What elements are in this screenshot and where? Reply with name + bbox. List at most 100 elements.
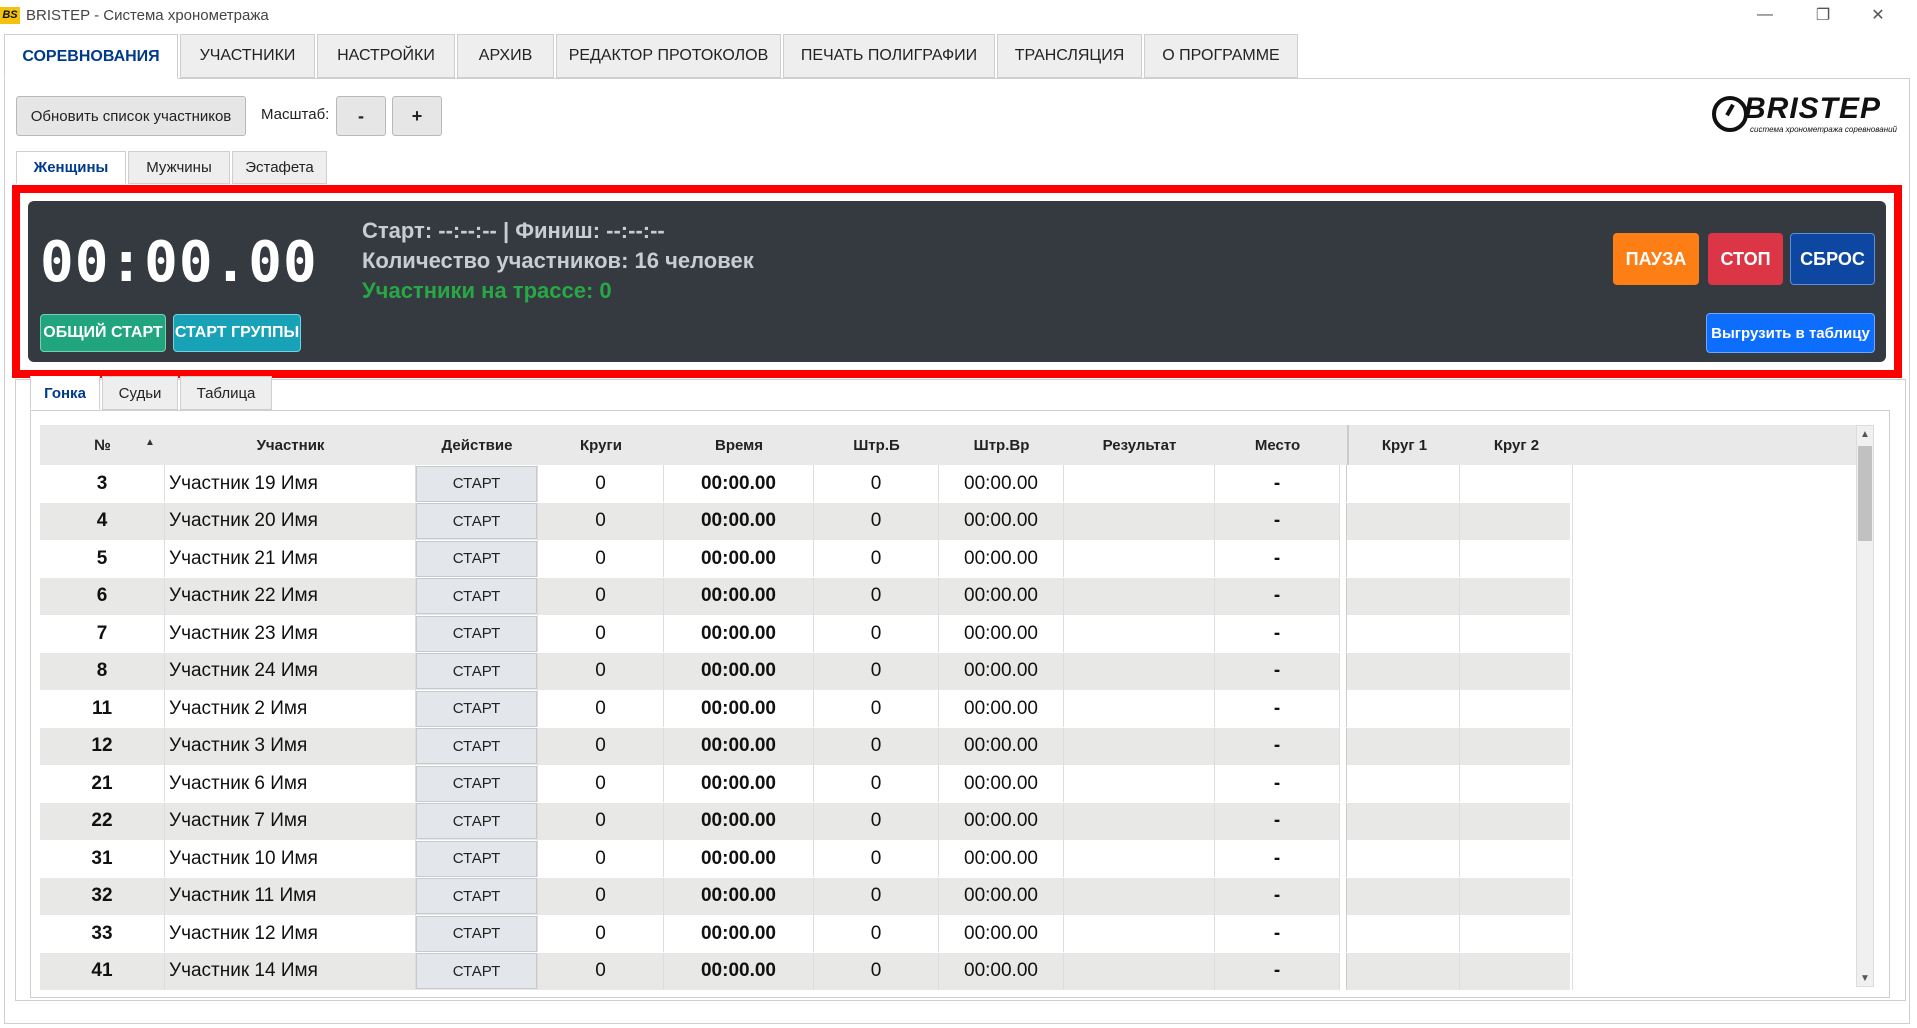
column-header-result[interactable]: Результат [1064, 425, 1215, 465]
table-row[interactable]: 6 Участник 22 Имя СТАРТ 0 00:00.00 0 00:00.00- [40, 577, 1573, 615]
table-row[interactable]: 8 Участник 24 Имя СТАРТ 0 00:00.00 0 00:00.00- [40, 652, 1573, 690]
participant-start-button[interactable]: СТАРТ [416, 840, 537, 877]
participant-name: Участник 22 Имя [165, 577, 416, 615]
tab-judges[interactable]: Судьи [102, 376, 178, 410]
lap-2-value [1460, 615, 1573, 652]
column-divider [1340, 765, 1347, 802]
tab-print[interactable]: ПЕЧАТЬ ПОЛИГРАФИИ [783, 34, 995, 78]
column-header-lap-1[interactable]: Круг 1 [1347, 425, 1460, 465]
column-header-action[interactable]: Действие [416, 425, 538, 465]
close-icon[interactable]: ✕ [1855, 0, 1901, 30]
column-header-participant[interactable]: Участник [165, 425, 416, 465]
penalty-time-value: 00:00.00 [939, 615, 1064, 652]
group-start-button[interactable]: СТАРТ ГРУППЫ [173, 314, 301, 352]
column-header-penalty-time[interactable]: Штр.Вр [939, 425, 1064, 465]
tab-broadcast[interactable]: ТРАНСЛЯЦИЯ [997, 34, 1142, 78]
table-row[interactable]: 21 Участник 6 Имя СТАРТ 0 00:00.00 0 00:00.00- [40, 765, 1573, 802]
laps-value: 0 [538, 877, 664, 915]
table-row[interactable]: 5 Участник 21 Имя СТАРТ 0 00:00.00 0 00:00.00- [40, 540, 1573, 577]
column-header-laps[interactable]: Круги [538, 425, 664, 465]
tab-relay[interactable]: Эстафета [232, 151, 327, 184]
scale-label: Масштаб: [261, 106, 330, 123]
lap-1-value [1347, 840, 1460, 877]
participant-start-button[interactable]: СТАРТ [416, 803, 537, 839]
table-row[interactable]: 11 Участник 2 Имя СТАРТ 0 00:00.00 0 00:00.00- [40, 690, 1573, 727]
participant-start-button[interactable]: СТАРТ [416, 915, 537, 952]
tab-men[interactable]: Мужчины [128, 151, 230, 184]
table-row[interactable]: 32 Участник 11 Имя СТАРТ 0 00:00.00 0 00:00.00… [40, 877, 1573, 915]
participant-start-button[interactable]: СТАРТ [416, 690, 537, 727]
laps-value: 0 [538, 802, 664, 840]
tab-settings[interactable]: НАСТРОЙКИ [317, 34, 455, 78]
tab-about[interactable]: О ПРОГРАММЕ [1144, 34, 1298, 78]
pause-button[interactable]: ПАУЗА [1613, 233, 1699, 285]
time-value: 00:00.00 [664, 840, 814, 877]
participant-start-button[interactable]: СТАРТ [416, 615, 537, 652]
time-value: 00:00.00 [664, 952, 814, 990]
tab-race[interactable]: Гонка [30, 376, 100, 410]
lap-1-value [1347, 690, 1460, 727]
table-row[interactable]: 7 Участник 23 Имя СТАРТ 0 00:00.00 0 00:00.00- [40, 615, 1573, 652]
common-start-button[interactable]: ОБЩИЙ СТАРТ [40, 314, 166, 352]
lap-1-value [1347, 877, 1460, 915]
column-header-penalty-b[interactable]: Штр.Б [814, 425, 939, 465]
laps-value: 0 [538, 727, 664, 765]
column-header-lap-2[interactable]: Круг 2 [1460, 425, 1573, 465]
tab-table[interactable]: Таблица [180, 376, 272, 410]
tab-archive[interactable]: АРХИВ [457, 34, 554, 78]
participant-start-button[interactable]: СТАРТ [416, 765, 537, 802]
penalty-b-value: 0 [814, 952, 939, 990]
minimize-icon[interactable]: — [1742, 0, 1788, 30]
tab-women[interactable]: Женщины [16, 151, 126, 184]
stop-button[interactable]: СТОП [1708, 233, 1783, 285]
maximize-icon[interactable]: ❐ [1800, 0, 1846, 30]
refresh-participants-button[interactable]: Обновить список участников [16, 96, 246, 136]
lap-2-value [1460, 915, 1573, 952]
start-action-cell: СТАРТ [416, 915, 538, 952]
column-header-time[interactable]: Время [664, 425, 814, 465]
lap-1-value [1347, 802, 1460, 840]
scroll-up-icon[interactable]: ▲ [1857, 426, 1873, 442]
participant-start-button[interactable]: СТАРТ [416, 578, 537, 614]
tab-participants[interactable]: УЧАСТНИКИ [180, 34, 315, 78]
table-row[interactable]: 3 Участник 19 Имя СТАРТ 0 00:00.00 0 00:00.00- [40, 465, 1573, 502]
scroll-down-icon[interactable]: ▼ [1857, 970, 1873, 986]
participant-start-button[interactable]: СТАРТ [416, 953, 537, 989]
result-value [1064, 952, 1215, 990]
tab-protocol-editor[interactable]: РЕДАКТОР ПРОТОКОЛОВ [556, 34, 781, 78]
column-header-place[interactable]: Место [1215, 425, 1340, 465]
scroll-thumb[interactable] [1858, 446, 1872, 541]
scale-minus-button[interactable]: - [336, 96, 386, 136]
table-row[interactable]: 41 Участник 14 Имя СТАРТ 0 00:00.00 0 00:00.00… [40, 952, 1573, 990]
result-value [1064, 540, 1215, 577]
participant-start-button[interactable]: СТАРТ [416, 653, 537, 689]
table-row[interactable]: 22 Участник 7 Имя СТАРТ 0 00:00.00 0 00:00.00- [40, 802, 1573, 840]
participant-start-button[interactable]: СТАРТ [416, 728, 537, 764]
column-divider [1340, 727, 1347, 765]
participant-name: Участник 7 Имя [165, 802, 416, 840]
scale-plus-button[interactable]: + [392, 96, 442, 136]
table-row[interactable]: 31 Участник 10 Имя СТАРТ 0 00:00.00 0 00:00.00… [40, 840, 1573, 877]
participant-start-button[interactable]: СТАРТ [416, 503, 537, 539]
penalty-time-value: 00:00.00 [939, 727, 1064, 765]
table-row[interactable]: 4 Участник 20 Имя СТАРТ 0 00:00.00 0 00:00.00- [40, 502, 1573, 540]
laps-value: 0 [538, 540, 664, 577]
participant-start-button[interactable]: СТАРТ [416, 465, 537, 502]
participant-start-button[interactable]: СТАРТ [416, 878, 537, 914]
time-value: 00:00.00 [664, 765, 814, 802]
lap-2-value [1460, 690, 1573, 727]
place-value: - [1215, 615, 1340, 652]
table-row[interactable]: 12 Участник 3 Имя СТАРТ 0 00:00.00 0 00:00.00- [40, 727, 1573, 765]
participant-number: 11 [40, 690, 165, 727]
vertical-scrollbar[interactable]: ▲ ▼ [1856, 425, 1874, 987]
export-to-table-button[interactable]: Выгрузить в таблицу [1706, 313, 1875, 353]
tab-competitions[interactable]: СОРЕВНОВАНИЯ [4, 34, 178, 79]
lap-1-value [1347, 465, 1460, 502]
reset-button[interactable]: СБРОС [1790, 233, 1875, 285]
participant-name: Участник 21 Имя [165, 540, 416, 577]
lap-2-value [1460, 465, 1573, 502]
lap-1-value [1347, 615, 1460, 652]
table-row[interactable]: 33 Участник 12 Имя СТАРТ 0 00:00.00 0 00:00.00… [40, 915, 1573, 952]
participant-number: 31 [40, 840, 165, 877]
participant-start-button[interactable]: СТАРТ [416, 540, 537, 577]
